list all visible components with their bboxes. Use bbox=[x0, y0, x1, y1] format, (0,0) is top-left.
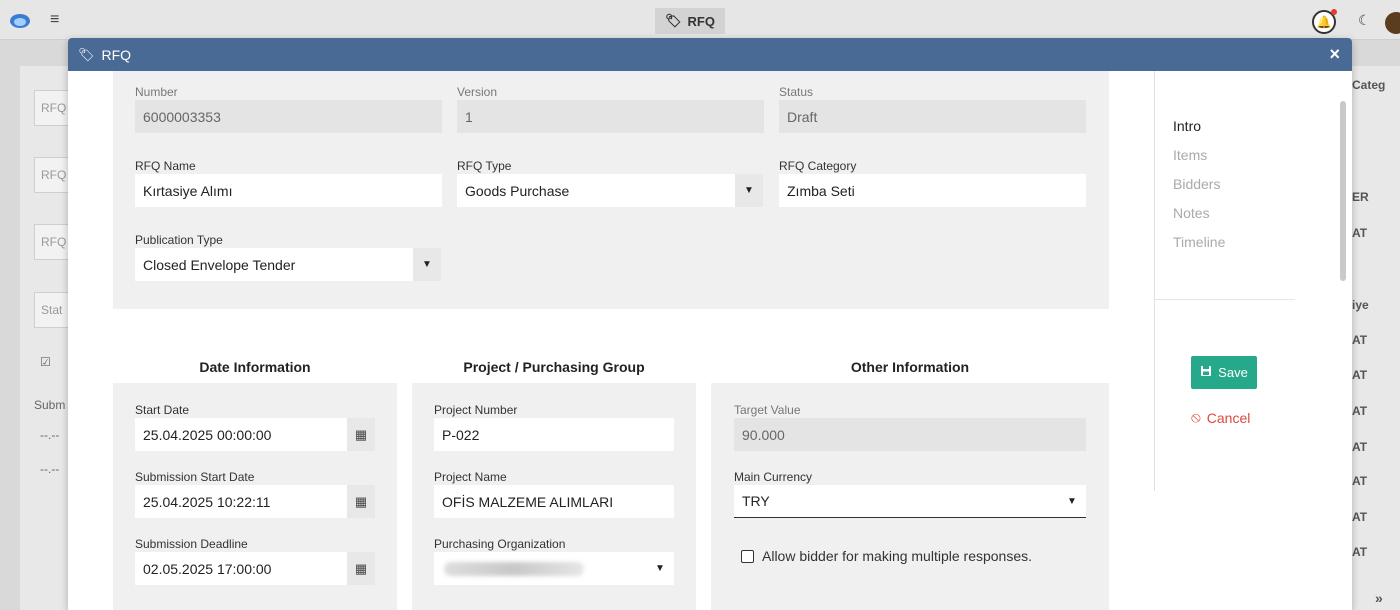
calendar-icon[interactable]: ▦ bbox=[347, 552, 375, 585]
bg-table-cell: iye bbox=[1352, 298, 1369, 312]
user-avatar[interactable] bbox=[1385, 12, 1400, 34]
project-number-input[interactable]: P-022 bbox=[434, 418, 674, 451]
project-name-input[interactable]: OFİS MALZEME ALIMLARI bbox=[434, 485, 674, 518]
submission-deadline-label: Submission Deadline bbox=[135, 537, 248, 551]
publication-type-label: Publication Type bbox=[135, 233, 223, 247]
close-icon[interactable]: × bbox=[1329, 44, 1340, 65]
rfq-type-select[interactable]: Goods Purchase bbox=[457, 174, 735, 207]
number-label: Number bbox=[135, 85, 178, 99]
bg-label: --.-- bbox=[40, 462, 60, 476]
publication-type-select[interactable]: Closed Envelope Tender bbox=[135, 248, 413, 281]
calendar-icon[interactable]: ▦ bbox=[347, 418, 375, 451]
app-topbar: ≡ 🏷 RFQ 🔔 ☾ bbox=[0, 0, 1400, 40]
bg-table-cell: AT bbox=[1352, 333, 1368, 347]
status-field: Draft bbox=[779, 100, 1086, 133]
notification-dot bbox=[1331, 9, 1337, 15]
tag-icon: 🏷 bbox=[78, 46, 95, 62]
rfq-type-label: RFQ Type bbox=[457, 159, 512, 173]
bg-table-cell: AT bbox=[1352, 474, 1368, 488]
main-currency-label: Main Currency bbox=[734, 470, 813, 484]
cancel-icon: ⦸ bbox=[1191, 409, 1201, 426]
bg-checkbox-icon[interactable]: ☑ bbox=[40, 355, 51, 369]
nav-divider bbox=[1155, 299, 1295, 300]
publication-type-dropdown-icon[interactable]: ▼ bbox=[413, 248, 441, 281]
start-date-input[interactable]: 25.04.2025 00:00:00 bbox=[135, 418, 347, 451]
number-field: 6000003353 bbox=[135, 100, 442, 133]
status-label: Status bbox=[779, 85, 814, 99]
rfq-type-dropdown-icon[interactable]: ▼ bbox=[735, 174, 763, 207]
bg-label: --.-- bbox=[40, 428, 60, 442]
rfq-category-label: RFQ Category bbox=[779, 159, 857, 173]
submission-start-date-label: Submission Start Date bbox=[135, 470, 255, 484]
allow-multiple-responses-checkbox[interactable] bbox=[741, 549, 754, 563]
save-icon bbox=[1200, 365, 1212, 380]
redacted-value bbox=[444, 562, 584, 576]
hamburger-menu-icon[interactable]: ≡ bbox=[50, 11, 59, 29]
allow-multiple-responses-label: Allow bidder for making multiple respons… bbox=[762, 548, 1033, 564]
rfq-category-input[interactable]: Zımba Seti bbox=[779, 174, 1086, 207]
cancel-button[interactable]: ⦸ Cancel bbox=[1191, 409, 1250, 426]
rfq-name-input[interactable]: Kırtasiye Alımı bbox=[135, 174, 442, 207]
bg-table-cell: AT bbox=[1352, 404, 1368, 418]
submission-deadline-input[interactable]: 02.05.2025 17:00:00 bbox=[135, 552, 347, 585]
other-information-title: Other Information bbox=[850, 359, 970, 375]
nav-item-intro[interactable]: Intro bbox=[1173, 118, 1201, 134]
nav-item-items[interactable]: Items bbox=[1173, 147, 1207, 163]
modal-title: RFQ bbox=[101, 46, 132, 63]
allow-multiple-responses-row[interactable]: Allow bidder for making multiple respons… bbox=[741, 548, 1032, 564]
section-side-nav: Intro Items Bidders Notes Timeline Save … bbox=[1154, 71, 1352, 491]
version-label: Version bbox=[457, 85, 498, 99]
target-value-field: 90.000 bbox=[734, 418, 1086, 451]
cloud-logo-icon[interactable] bbox=[8, 10, 32, 30]
calendar-icon[interactable]: ▦ bbox=[347, 485, 375, 518]
version-field: 1 bbox=[457, 100, 764, 133]
notification-bell-icon[interactable]: 🔔 bbox=[1312, 9, 1337, 34]
app-title-text: RFQ bbox=[687, 13, 715, 29]
project-purchasing-group-title: Project / Purchasing Group bbox=[463, 359, 645, 375]
main-currency-dropdown-icon[interactable]: ▼ bbox=[1058, 485, 1086, 518]
save-button[interactable]: Save bbox=[1191, 356, 1257, 389]
bg-table-header: Categ bbox=[1352, 78, 1386, 92]
rfq-name-label: RFQ Name bbox=[135, 159, 196, 173]
start-date-label: Start Date bbox=[135, 403, 190, 417]
bg-table-cell: AT bbox=[1352, 226, 1368, 240]
bg-table-cell: ER bbox=[1352, 190, 1369, 204]
bg-table-cell: AT bbox=[1352, 510, 1368, 524]
app-title: 🏷 RFQ bbox=[655, 8, 725, 34]
nav-item-notes[interactable]: Notes bbox=[1173, 205, 1210, 221]
bg-table-cell: AT bbox=[1352, 440, 1368, 454]
rfq-modal: 🏷 RFQ × Number 6000003353 Version 1 Stat… bbox=[68, 38, 1352, 610]
tag-icon: 🏷 bbox=[665, 13, 682, 28]
bg-label: Subm bbox=[34, 398, 66, 412]
purchasing-organization-label: Purchasing Organization bbox=[434, 537, 566, 551]
save-button-label: Save bbox=[1218, 365, 1248, 380]
dark-mode-toggle-icon[interactable]: ☾ bbox=[1358, 12, 1371, 29]
project-name-label: Project Name bbox=[434, 470, 507, 484]
cancel-button-label: Cancel bbox=[1206, 409, 1251, 426]
pager-next-icon[interactable]: » bbox=[1375, 590, 1383, 606]
modal-header: 🏷 RFQ bbox=[68, 38, 1352, 71]
modal-body: Number 6000003353 Version 1 Status Draft… bbox=[68, 71, 1352, 610]
bg-table-cell: AT bbox=[1352, 545, 1368, 559]
date-information-title: Date Information bbox=[199, 359, 311, 375]
nav-item-timeline[interactable]: Timeline bbox=[1173, 234, 1225, 250]
project-number-label: Project Number bbox=[434, 403, 518, 417]
target-value-label: Target Value bbox=[734, 403, 801, 417]
modal-scrollbar[interactable] bbox=[1340, 101, 1346, 281]
background-filter-panel bbox=[20, 66, 68, 610]
purchasing-organization-dropdown-icon[interactable]: ▼ bbox=[646, 552, 674, 585]
main-currency-select[interactable]: TRY bbox=[734, 485, 1058, 518]
bg-table-cell: AT bbox=[1352, 368, 1368, 382]
submission-start-date-input[interactable]: 25.04.2025 10:22:11 bbox=[135, 485, 347, 518]
nav-item-bidders[interactable]: Bidders bbox=[1173, 176, 1220, 192]
